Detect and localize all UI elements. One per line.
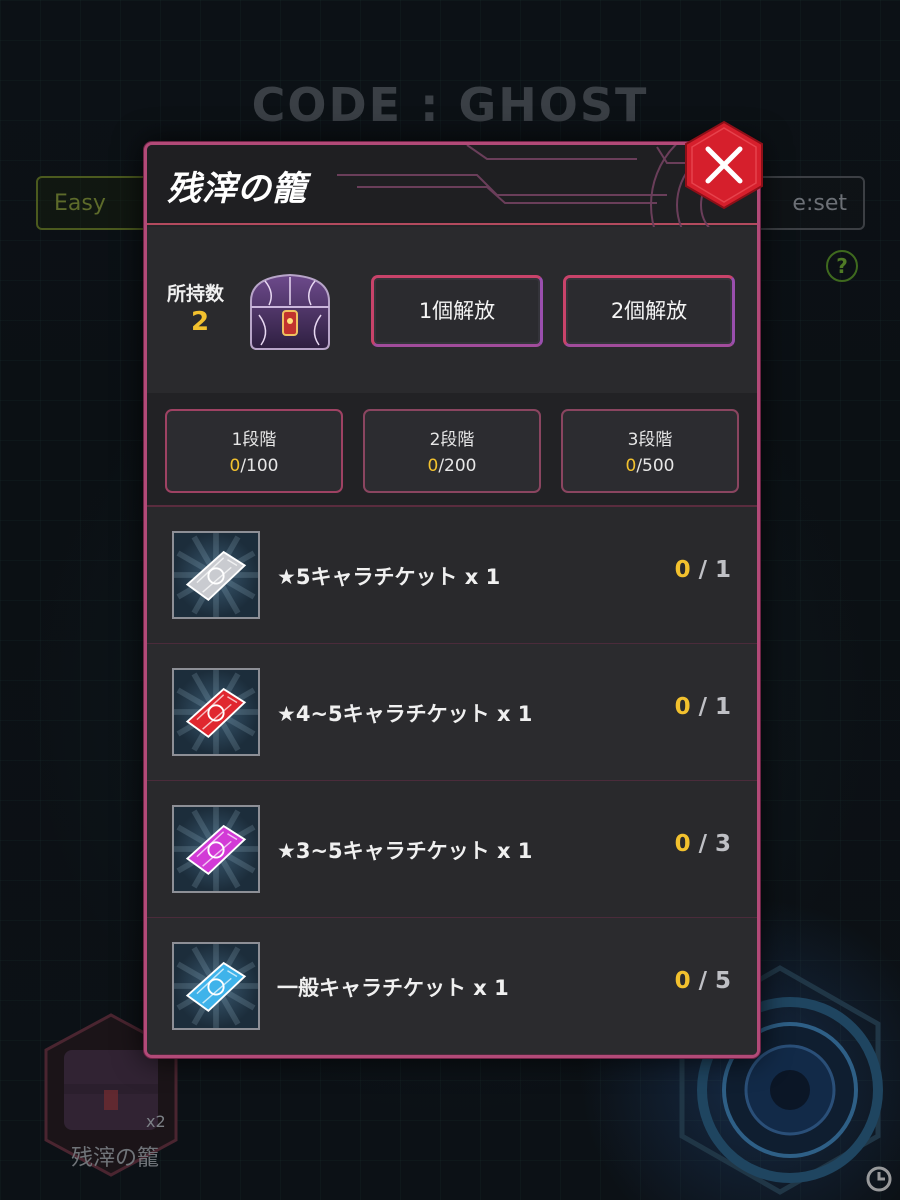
reward-total: / 3 bbox=[698, 831, 731, 857]
ticket-icon bbox=[172, 668, 260, 756]
reward-current: 0 bbox=[674, 557, 691, 583]
ticket-icon bbox=[172, 531, 260, 619]
stage-name: 2段階 bbox=[429, 430, 475, 450]
reward-total: / 1 bbox=[698, 557, 731, 583]
cage-chest-icon bbox=[250, 273, 330, 350]
stage-current: 0 bbox=[427, 456, 439, 476]
watermark-logo-icon bbox=[866, 1166, 892, 1192]
stage-total: /100 bbox=[240, 456, 279, 476]
cage-dialog: 残滓の籠 所持数 2 1個解放 2個解放 1段階 0/100 2段階 0/200… bbox=[144, 142, 760, 1058]
close-button[interactable] bbox=[682, 120, 766, 210]
stage-box-2[interactable]: 2段階 0/200 bbox=[363, 409, 541, 493]
background-cage-count: x2 bbox=[146, 1112, 166, 1131]
background-cage-label: 残滓の籠 bbox=[70, 1146, 159, 1171]
stage-name: 1段階 bbox=[231, 430, 277, 450]
owned-section: 所持数 2 1個解放 2個解放 bbox=[147, 227, 757, 393]
reward-current: 0 bbox=[674, 831, 691, 857]
release-two-button[interactable]: 2個解放 bbox=[563, 275, 735, 347]
owned-label: 所持数 bbox=[167, 283, 225, 305]
help-icon: ? bbox=[826, 250, 858, 282]
reward-progress: 0 / 1 bbox=[675, 557, 731, 583]
reward-total: / 5 bbox=[698, 968, 731, 994]
reward-name: ★5キャラチケット x 1 bbox=[277, 565, 501, 589]
reward-current: 0 bbox=[674, 694, 691, 720]
reward-row: ★5キャラチケット x 1 0 / 1 bbox=[147, 507, 757, 644]
stage-name: 3段階 bbox=[627, 430, 673, 450]
reward-row: ★4~5キャラチケット x 1 0 / 1 bbox=[147, 644, 757, 781]
reward-progress: 0 / 5 bbox=[675, 968, 731, 994]
reward-name: ★3~5キャラチケット x 1 bbox=[277, 839, 533, 863]
stage-current: 0 bbox=[625, 456, 637, 476]
reward-list: ★5キャラチケット x 1 0/ 1 ★4~5キャラチケット x 1 0/ 1 … bbox=[147, 507, 757, 1055]
reward-name: 一般キャラチケット x 1 bbox=[277, 976, 509, 1000]
reward-progress: 0 / 3 bbox=[675, 831, 731, 857]
reward-current: 0 bbox=[674, 968, 691, 994]
stage-progress: 0/200 bbox=[365, 456, 539, 476]
stage-section: 1段階 0/100 2段階 0/200 3段階 0/500 bbox=[147, 393, 757, 507]
stage-total: /200 bbox=[438, 456, 477, 476]
stage-total: /500 bbox=[636, 456, 675, 476]
reward-progress: 0 / 1 bbox=[675, 694, 731, 720]
ticket-icon bbox=[172, 942, 260, 1030]
ticket-icon bbox=[172, 805, 260, 893]
reward-name: ★4~5キャラチケット x 1 bbox=[277, 702, 533, 726]
dialog-title: 残滓の籠 bbox=[167, 169, 307, 209]
stage-box-1[interactable]: 1段階 0/100 bbox=[165, 409, 343, 493]
reward-total: / 1 bbox=[698, 694, 731, 720]
owned-count: 2 bbox=[191, 307, 210, 337]
stage-current: 0 bbox=[229, 456, 241, 476]
reward-row: 一般キャラチケット x 1 0 / 5 bbox=[147, 918, 757, 1055]
stage-box-3[interactable]: 3段階 0/500 bbox=[561, 409, 739, 493]
stage-progress: 0/100 bbox=[167, 456, 341, 476]
release-one-button[interactable]: 1個解放 bbox=[371, 275, 543, 347]
stage-progress: 0/500 bbox=[563, 456, 737, 476]
reward-row: ★3~5キャラチケット x 1 0 / 3 bbox=[147, 781, 757, 918]
